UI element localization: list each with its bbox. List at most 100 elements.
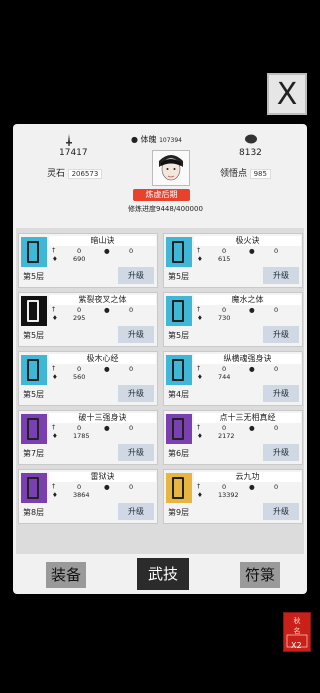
skill-layer: 第5层 [168,272,190,281]
defense-bonus: 0 [129,483,134,491]
character-panel: 17417 ● 体魄 107394 8132 灵石 206573 领悟点 985… [13,124,307,594]
sword-icon: † [52,305,56,313]
skill-book-icon [21,414,47,444]
skill-card[interactable]: 点十三无相真经 † 0 ● 0 ♦ 2172 第6层 升级 [163,410,303,465]
bottom-tabs: 装备 武技 符箓 [13,554,307,594]
attack-bonus: 0 [222,483,227,491]
skill-card[interactable]: 魔水之体 † 0 ● 0 ♦ 730 第5层 升级 [163,292,303,347]
attack-bonus: 0 [77,365,82,373]
attack-bonus: 0 [222,306,227,314]
attack-bonus: 0 [77,483,82,491]
skill-layer: 第8层 [23,508,45,517]
body-value: 107394 [159,137,182,144]
skill-card[interactable]: 极火诀 † 0 ● 0 ♦ 615 第5层 升级 [163,233,303,288]
upgrade-button[interactable]: 升级 [263,444,299,461]
upgrade-button[interactable]: 升级 [263,503,299,520]
body-bonus: 2172 [218,432,235,440]
upgrade-button[interactable]: 升级 [118,267,154,284]
defense-bonus: 0 [129,424,134,432]
sword-icon: † [52,423,56,431]
drop-icon: ♦ [197,373,203,381]
shield-icon [245,134,257,146]
defense-bonus: 0 [274,306,279,314]
skill-card[interactable]: 暗山诀 † 0 ● 0 ♦ 690 第5层 升级 [18,233,158,288]
skill-layer: 第6层 [168,449,190,458]
attack-bonus: 0 [77,247,82,255]
skill-card[interactable]: 雷狱诀 † 0 ● 0 ♦ 3864 第8层 升级 [18,469,158,524]
shield-icon: ● [104,306,110,314]
drop-icon: ♦ [52,491,58,499]
skill-book-icon [166,237,192,267]
upgrade-button[interactable]: 升级 [118,444,154,461]
attack-bonus: 0 [222,247,227,255]
skill-book-icon [166,296,192,326]
defense-bonus: 0 [274,365,279,373]
sword-icon: † [197,246,201,254]
upgrade-button[interactable]: 升级 [263,326,299,343]
speed-multiplier: X2 [291,641,302,650]
drop-icon: ♦ [197,314,203,322]
shield-icon: ● [104,247,110,255]
defense-bonus: 0 [129,365,134,373]
drop-icon: ♦ [197,491,203,499]
body-bonus: 3864 [73,491,90,499]
skill-book-icon [166,473,192,503]
spirit-stone: 灵石 206573 [47,166,103,179]
skill-name: 极木心经 [49,354,156,364]
body-bonus: 615 [218,255,231,263]
avatar[interactable] [152,150,190,186]
skill-book-icon [166,414,192,444]
skill-name: 云九功 [194,472,301,482]
body-bonus: 560 [73,373,86,381]
svg-text:名: 名 [294,626,301,635]
sword-icon [65,134,73,148]
tab-martial-arts[interactable]: 武技 [137,558,189,590]
upgrade-button[interactable]: 升级 [118,385,154,402]
shield-icon: ● [249,365,255,373]
skill-card[interactable]: 紫裂夜叉之体 † 0 ● 0 ♦ 295 第5层 升级 [18,292,158,347]
cultivation-progress: 修炼进度9448/400000 [128,205,203,213]
skill-card[interactable]: 纵横魂强身诀 † 0 ● 0 ♦ 744 第4层 升级 [163,351,303,406]
spirit-value: 206573 [67,169,103,179]
body-stat: ● 体魄 107394 [131,134,182,145]
skill-name: 破十三强身诀 [49,413,156,423]
sword-icon: † [197,423,201,431]
skill-name: 点十三无相真经 [194,413,301,423]
realm-badge: 炼虚后期 [133,189,190,201]
sword-icon: † [197,364,201,372]
skill-name: 纵横魂强身诀 [194,354,301,364]
attack-bonus: 0 [222,424,227,432]
skill-book-icon [166,355,192,385]
upgrade-button[interactable]: 升级 [118,326,154,343]
shield-icon: ● [104,424,110,432]
attack-bonus: 0 [77,424,82,432]
body-bonus: 295 [73,314,86,322]
attack-bonus: 0 [77,306,82,314]
body-bonus: 690 [73,255,86,263]
drop-icon: ♦ [197,255,203,263]
shield-icon: ● [104,483,110,491]
drop-icon: ♦ [197,432,203,440]
insight-value: 985 [249,169,271,179]
skill-card[interactable]: 极木心经 † 0 ● 0 ♦ 560 第5层 升级 [18,351,158,406]
skill-book-icon [21,296,47,326]
defense-value: 8132 [239,148,262,158]
body-bonus: 744 [218,373,231,381]
skill-name: 极火诀 [194,236,301,246]
skill-card[interactable]: 云九功 † 0 ● 0 ♦ 13392 第9层 升级 [163,469,303,524]
upgrade-button[interactable]: 升级 [263,267,299,284]
skill-card[interactable]: 破十三强身诀 † 0 ● 0 ♦ 1785 第7层 升级 [18,410,158,465]
skill-layer: 第5层 [23,272,45,281]
body-label: 体魄 [140,135,157,144]
tab-talismans[interactable]: 符箓 [240,562,280,588]
sword-icon: † [52,482,56,490]
skill-layer: 第4层 [168,390,190,399]
upgrade-button[interactable]: 升级 [263,385,299,402]
tab-equipment[interactable]: 装备 [46,562,86,588]
upgrade-button[interactable]: 升级 [118,503,154,520]
close-button[interactable]: X [267,73,307,115]
body-bonus: 730 [218,314,231,322]
drop-icon: ● [131,135,138,144]
drop-icon: ♦ [52,373,58,381]
drop-icon: ♦ [52,314,58,322]
